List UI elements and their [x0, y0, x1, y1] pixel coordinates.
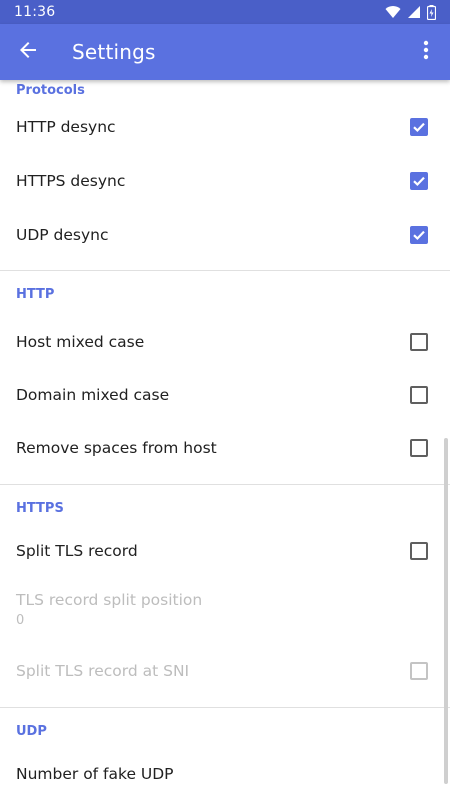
category-header-protocols: Protocols	[16, 82, 85, 98]
pref-host-mixed-case[interactable]: Host mixed case	[0, 315, 450, 368]
pref-title: Domain mixed case	[16, 385, 170, 404]
pref-remove-spaces[interactable]: Remove spaces from host	[0, 421, 450, 474]
checkbox[interactable]	[410, 226, 428, 244]
pref-http-desync[interactable]: HTTP desync	[0, 100, 450, 154]
page-title: Settings	[72, 40, 156, 64]
overflow-menu-button[interactable]	[402, 24, 450, 80]
back-button[interactable]	[0, 24, 56, 80]
pref-title: UDP desync	[16, 226, 109, 244]
status-time: 11:36	[14, 4, 56, 20]
wifi-icon	[385, 5, 401, 19]
checkbox[interactable]	[410, 332, 428, 351]
category-header-udp: UDP	[16, 723, 47, 739]
check-icon	[413, 176, 425, 187]
status-bar: 11:36	[0, 0, 450, 24]
pref-tls-split-position[interactable]: TLS record split position 0	[0, 573, 450, 645]
pref-title: Split TLS record	[16, 542, 138, 560]
app-bar: Settings	[0, 24, 450, 80]
pref-title: Split TLS record at SNI	[16, 662, 190, 680]
check-icon	[413, 122, 425, 133]
checkbox[interactable]	[410, 438, 428, 457]
pref-title: Host mixed case	[16, 332, 145, 351]
category-header-https: HTTPS	[16, 500, 64, 516]
check-icon	[413, 230, 425, 241]
pref-fake-udp-count[interactable]: Number of fake UDP	[0, 752, 450, 796]
pref-domain-mixed-case[interactable]: Domain mixed case	[0, 368, 450, 421]
battery-icon	[427, 4, 436, 20]
pref-summary: 0	[16, 612, 25, 628]
pref-split-tls-at-sni[interactable]: Split TLS record at SNI	[0, 645, 450, 697]
pref-title: Remove spaces from host	[16, 438, 217, 457]
signal-icon	[407, 5, 421, 19]
more-vert-icon	[423, 40, 429, 64]
checkbox[interactable]	[410, 385, 428, 404]
pref-title: TLS record split position	[16, 590, 203, 609]
checkbox[interactable]	[410, 172, 428, 190]
arrow-back-icon	[18, 40, 38, 64]
settings-list[interactable]: Protocols HTTP desync HTTPS desync UDP d…	[0, 80, 450, 800]
checkbox[interactable]	[410, 542, 428, 560]
status-icons	[385, 4, 436, 20]
pref-udp-desync[interactable]: UDP desync	[0, 208, 450, 262]
category-header-http: HTTP	[16, 286, 55, 302]
pref-title: HTTP desync	[16, 118, 116, 136]
scrollbar[interactable]	[444, 438, 448, 784]
pref-split-tls-record[interactable]: Split TLS record	[0, 529, 450, 573]
pref-title: HTTPS desync	[16, 172, 126, 190]
checkbox[interactable]	[410, 118, 428, 136]
checkbox[interactable]	[410, 662, 428, 680]
pref-https-desync[interactable]: HTTPS desync	[0, 154, 450, 208]
pref-title: Number of fake UDP	[16, 765, 174, 783]
